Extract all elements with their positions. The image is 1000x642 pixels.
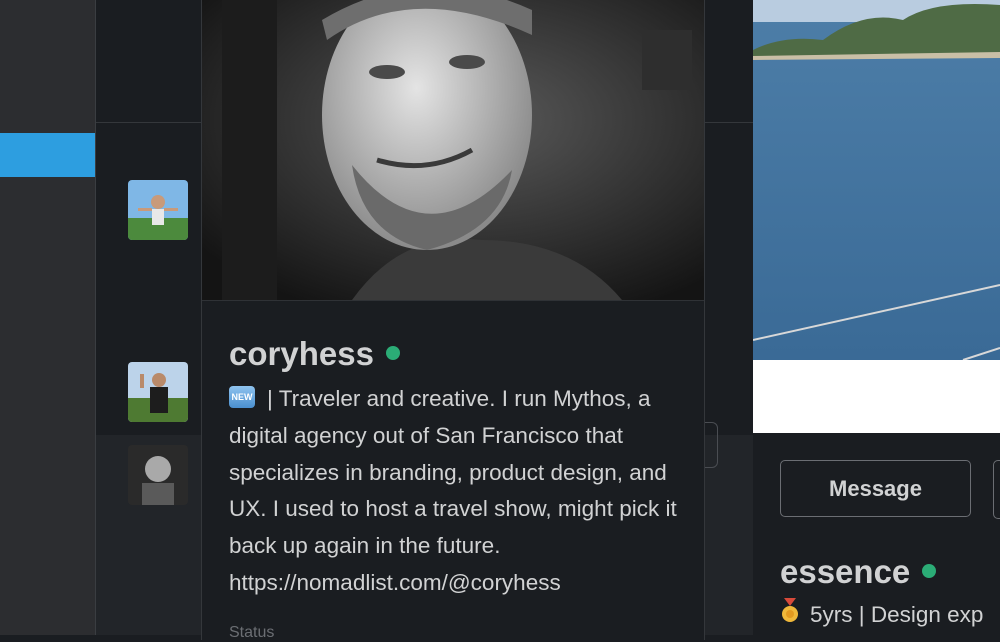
profile-card: coryhess NEW | Traveler and creative. I r… bbox=[201, 0, 705, 641]
secondary-bio-text: 5yrs | Design exp bbox=[810, 601, 984, 627]
avatar[interactable] bbox=[128, 362, 188, 422]
profile-username[interactable]: coryhess bbox=[229, 335, 374, 372]
profile-name[interactable]: coryhess bbox=[229, 335, 400, 373]
cover-photo-footer bbox=[753, 360, 1000, 433]
message-button[interactable]: Message bbox=[780, 460, 971, 517]
medal-icon bbox=[780, 598, 800, 630]
workspace-sidebar bbox=[0, 0, 95, 635]
online-presence-icon bbox=[385, 346, 400, 361]
new-badge-icon: NEW bbox=[229, 386, 255, 409]
online-presence-icon bbox=[922, 564, 937, 579]
more-actions-button[interactable] bbox=[993, 460, 1000, 519]
secondary-profile-bio: 5yrs | Design exp bbox=[780, 598, 984, 632]
cover-photo bbox=[753, 0, 1000, 360]
avatar[interactable] bbox=[128, 445, 188, 505]
secondary-username[interactable]: essence bbox=[780, 553, 910, 590]
profile-bio: NEW | Traveler and creative. I run Mythos… bbox=[229, 381, 689, 602]
secondary-profile: Message essence 5yrs | Design exp bbox=[753, 433, 1000, 635]
avatar[interactable] bbox=[128, 180, 188, 240]
status-label: Status bbox=[229, 624, 275, 641]
sidebar-active-item[interactable] bbox=[0, 133, 95, 177]
secondary-profile-name[interactable]: essence bbox=[780, 553, 937, 591]
profile-bio-text: | Traveler and creative. I run Mythos, a… bbox=[229, 386, 677, 595]
profile-photo bbox=[202, 0, 704, 301]
